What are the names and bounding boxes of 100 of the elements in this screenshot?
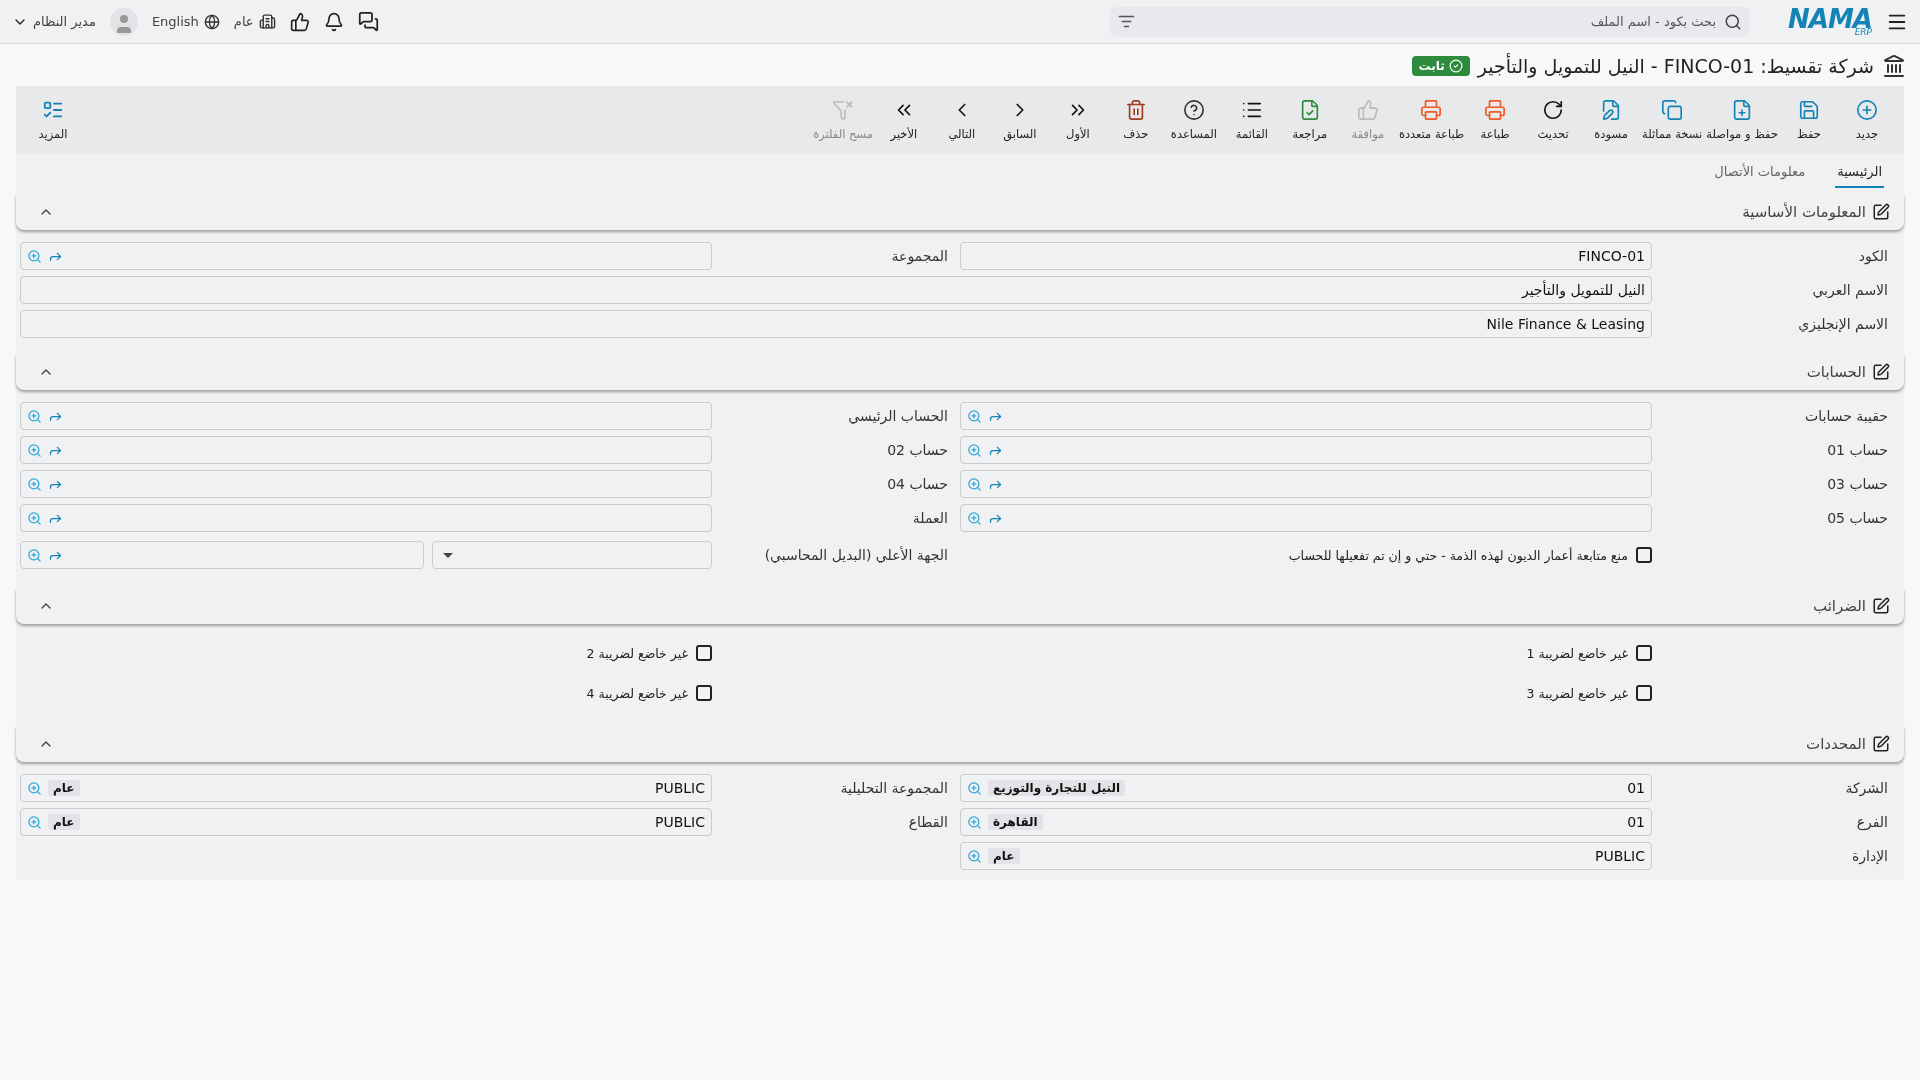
field-label: الاسم الإنجليزي	[1797, 316, 1889, 332]
print-button[interactable]: طباعة	[1468, 95, 1523, 145]
checkbox[interactable]	[1636, 547, 1652, 563]
avatar[interactable]	[109, 7, 138, 36]
tab[interactable]: معلومات الأتصال	[1712, 162, 1808, 188]
checkbox-label: غير خاضع لضريبة 1	[1526, 645, 1628, 661]
lookup-field[interactable]	[20, 541, 424, 569]
checkbox[interactable]	[696, 685, 712, 701]
search-plus-icon[interactable]	[27, 547, 42, 563]
search-plus-icon[interactable]	[27, 814, 42, 830]
checkbox[interactable]	[1636, 645, 1652, 661]
search-plus-icon[interactable]	[967, 848, 982, 864]
checkbox[interactable]	[696, 645, 712, 661]
duplicate-button[interactable]: نسخة مماثلة	[1642, 95, 1703, 145]
building-icon	[1882, 54, 1906, 78]
user-menu[interactable]: مدير النظام	[12, 13, 96, 30]
field-label: الجهة الأعلي (البديل المحاسبي)	[763, 547, 949, 563]
trash-icon	[1124, 99, 1147, 121]
search-icon	[1724, 12, 1743, 31]
search-plus-icon[interactable]	[967, 476, 982, 492]
search-plus-icon[interactable]	[27, 476, 42, 492]
field-label: الإدارة	[1850, 848, 1889, 864]
field-label: حساب 01	[1826, 442, 1889, 458]
lookup-field[interactable]	[20, 402, 712, 430]
multi-print-button[interactable]: طباعة متعددة	[1398, 95, 1465, 145]
lookup-field[interactable]	[20, 470, 712, 498]
section-header[interactable]: المحددات	[16, 726, 1904, 762]
dropdown-field[interactable]	[432, 541, 712, 569]
lookup-field[interactable]	[960, 504, 1652, 532]
lookup-field[interactable]	[960, 436, 1652, 464]
review-button[interactable]: مراجعة	[1282, 95, 1337, 145]
save-button[interactable]: حفظ	[1782, 95, 1836, 145]
section-header[interactable]: المعلومات الأساسية	[16, 194, 1904, 230]
search-plus-icon[interactable]	[967, 442, 982, 458]
bell-icon[interactable]	[323, 11, 344, 32]
field-label: حساب 03	[1826, 476, 1889, 492]
field-label: حقيبة حسابات	[1804, 408, 1889, 424]
lookup-field[interactable]	[960, 402, 1652, 430]
field-label: القطاع	[907, 814, 949, 830]
search-plus-icon[interactable]	[967, 814, 982, 830]
list-button[interactable]: القائمة	[1224, 95, 1279, 145]
edit-icon	[1872, 203, 1890, 221]
field-label: الكود	[1857, 248, 1889, 264]
search-plus-icon[interactable]	[27, 510, 42, 526]
previous-button[interactable]: السابق	[992, 95, 1047, 145]
thumbs-up-icon	[1356, 99, 1379, 121]
text-field[interactable]: FINCO-01	[960, 242, 1652, 270]
lookup-field[interactable]	[20, 242, 712, 270]
search-field[interactable]: بحث بكود - اسم الملف	[1110, 6, 1751, 37]
next-button[interactable]: التالي	[934, 95, 989, 145]
lookup-field[interactable]	[20, 504, 712, 532]
checkbox[interactable]	[1636, 685, 1652, 701]
more-button[interactable]: المزيد	[26, 95, 80, 145]
first-button[interactable]: الأول	[1050, 95, 1105, 145]
checkbox-label: غير خاضع لضريبة 2	[586, 645, 688, 661]
section-title: الحسابات	[1806, 363, 1866, 381]
section-header[interactable]: الضرائب	[16, 588, 1904, 624]
thumbs-up-icon[interactable]	[289, 11, 310, 32]
company-selector[interactable]: عام	[233, 13, 276, 30]
language-selector[interactable]: English	[151, 13, 220, 30]
help-icon	[1182, 99, 1205, 121]
lookup-field[interactable]	[20, 436, 712, 464]
field-label: العملة	[911, 510, 949, 526]
field-label: الفرع	[1855, 814, 1889, 830]
section-header[interactable]: الحسابات	[16, 354, 1904, 390]
filter-clear-icon	[832, 99, 855, 121]
lookup-field[interactable]	[960, 470, 1652, 498]
copy-icon	[1661, 99, 1684, 121]
search-plus-icon[interactable]	[27, 780, 42, 796]
search-plus-icon[interactable]	[27, 248, 42, 264]
page-title: شركة تقسيط: FINCO-01 - النيل للتمويل والتأجير	[1477, 55, 1874, 77]
printer-icon	[1484, 99, 1507, 121]
search-plus-icon[interactable]	[967, 780, 982, 796]
search-plus-icon[interactable]	[27, 408, 42, 424]
delete-button[interactable]: حذف	[1108, 95, 1163, 145]
text-field[interactable]: النيل للتمويل والتأجير	[20, 276, 1652, 304]
edit-icon	[1872, 597, 1890, 615]
search-plus-icon[interactable]	[27, 442, 42, 458]
checkbox-label: غير خاضع لضريبة 3	[1526, 685, 1628, 701]
new-button[interactable]: جديد	[1840, 95, 1894, 145]
refresh-icon	[1542, 99, 1565, 121]
field-label: الشركة	[1844, 780, 1889, 796]
field-label: الحساب الرئيسي	[847, 408, 949, 424]
field-label: حساب 04	[886, 476, 949, 492]
draft-button[interactable]: مسودة	[1584, 95, 1639, 145]
save-icon	[1798, 99, 1820, 121]
chat-icon[interactable]	[357, 11, 379, 32]
field-label: المجموعة التحليلية	[839, 780, 949, 796]
printer-icon	[1420, 99, 1443, 121]
field-label: حساب 05	[1826, 510, 1889, 526]
last-button[interactable]: الأخير	[876, 95, 931, 145]
text-field[interactable]: Nile Finance & Leasing	[20, 310, 1652, 338]
tab[interactable]: الرئيسية	[1835, 162, 1884, 188]
help-button[interactable]: المساعدة	[1166, 95, 1221, 145]
save-continue-button[interactable]: حفظ و مواصلة	[1706, 95, 1778, 145]
plus-circle-icon	[1856, 99, 1878, 121]
field-label: الاسم العربي	[1811, 282, 1889, 298]
refresh-button[interactable]: تحديث	[1526, 95, 1581, 145]
search-plus-icon[interactable]	[967, 408, 982, 424]
search-plus-icon[interactable]	[967, 510, 982, 526]
